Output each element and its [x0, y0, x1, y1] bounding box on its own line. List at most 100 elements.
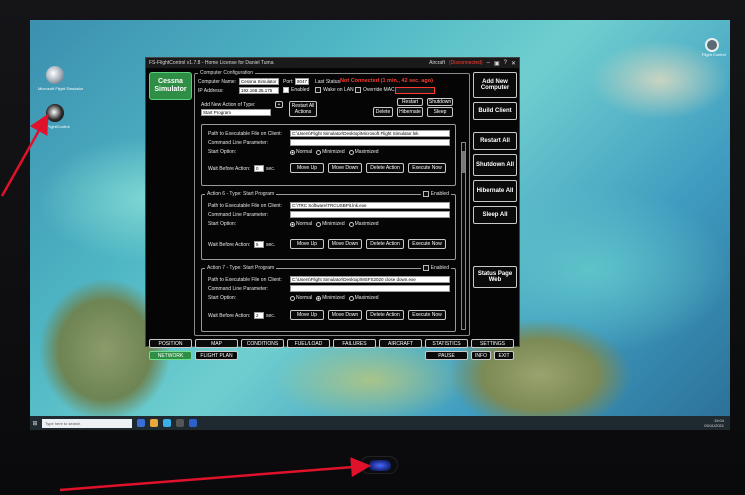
fs-flightcontrol-window: FS-FlightControl v1.7.8 - Home License f…: [145, 57, 520, 360]
tab-network[interactable]: NETWORK: [149, 351, 192, 360]
restart-button[interactable]: Restart: [397, 98, 423, 106]
scrollbar-thumb[interactable]: [462, 151, 465, 173]
move-up-button[interactable]: Move Up: [290, 310, 324, 320]
action-enabled[interactable]: Enabled: [420, 191, 451, 197]
action-enabled-checkbox[interactable]: [422, 265, 429, 271]
action-enabled-checkbox[interactable]: [422, 191, 429, 197]
hibernate-button[interactable]: Hibernate: [397, 107, 423, 117]
tab-failures[interactable]: FAILURES: [333, 339, 376, 348]
radio-normal[interactable]: Normal: [290, 295, 312, 301]
cessna-simulator-button[interactable]: Cessna Simulator: [149, 72, 192, 100]
execute-now-button[interactable]: Execute Now: [408, 239, 446, 249]
radio-dot: [290, 295, 295, 301]
hibernate-all-button[interactable]: Hibernate All: [473, 180, 517, 202]
desktop-icon-flight-simulator[interactable]: Microsoft Flight Simulator: [38, 66, 83, 91]
desktop-icon-fs-flightcontrol[interactable]: FS-FlightControl: [38, 104, 72, 129]
command-line-input[interactable]: [290, 285, 450, 292]
delete-action-button[interactable]: Delete Action: [366, 310, 404, 320]
build-client-button[interactable]: Build Client: [473, 102, 517, 120]
wait-seconds-input[interactable]: 5: [254, 241, 264, 248]
executable-path-input[interactable]: C:\Users\Flight Simulator\Desktop\MSFS20…: [290, 276, 450, 283]
radio-minimized[interactable]: Minimized: [316, 295, 345, 301]
move-up-button[interactable]: Move Up: [290, 239, 324, 249]
port-label: Port:: [283, 79, 294, 85]
sleep-button[interactable]: Sleep: [427, 107, 453, 117]
tab-map[interactable]: MAP: [195, 339, 238, 348]
action-enabled[interactable]: Enabled: [420, 265, 451, 271]
pause-button[interactable]: PAUSE: [425, 351, 468, 360]
execute-now-button[interactable]: Execute Now: [408, 163, 446, 173]
system-tray[interactable]: 19:04 09/11/2021: [704, 418, 724, 428]
last-status-label: Last Status:: [315, 79, 342, 85]
move-up-button[interactable]: Move Up: [290, 163, 324, 173]
maximize-icon[interactable]: ▣: [494, 60, 500, 67]
store-icon[interactable]: [189, 419, 197, 427]
window-title: FS-FlightControl v1.7.8 - Home License f…: [149, 60, 274, 66]
delete-action-button[interactable]: Delete Action: [366, 163, 404, 173]
mac-address-input[interactable]: [395, 87, 435, 94]
shutdown-button[interactable]: Shutdown: [427, 98, 453, 106]
tab-statistics[interactable]: STATISTICS: [425, 339, 468, 348]
minimize-icon[interactable]: –: [487, 60, 490, 66]
radio-minimized[interactable]: Minimized: [316, 221, 345, 227]
tab-flight-plan[interactable]: FLIGHT PLAN: [195, 351, 238, 360]
help-icon[interactable]: ?: [504, 60, 507, 66]
radio-minimized[interactable]: Minimized: [316, 149, 345, 155]
override-mac-checkbox[interactable]: [355, 87, 361, 93]
app-icon[interactable]: [176, 419, 184, 427]
task-view-icon[interactable]: [137, 419, 145, 427]
delete-computer-button[interactable]: Delete: [373, 107, 393, 117]
clock-date: 09/11/2021: [704, 423, 724, 428]
shutdown-all-button[interactable]: Shutdown All: [473, 154, 517, 176]
sleep-all-button[interactable]: Sleep All: [473, 206, 517, 224]
port-input[interactable]: 8047: [295, 78, 309, 85]
radio-dot: [316, 295, 322, 301]
execute-now-button[interactable]: Execute Now: [408, 310, 446, 320]
computer-name-input[interactable]: Cessna Simulator: [239, 78, 279, 85]
start-menu-icon[interactable]: ⊞: [30, 420, 40, 427]
override-mac-group[interactable]: Override MAC: [355, 87, 395, 93]
action-type-select[interactable]: Start Program: [201, 109, 271, 116]
wake-on-lan-checkbox[interactable]: [315, 87, 321, 93]
tab-position[interactable]: POSITION: [149, 339, 192, 348]
command-line-input[interactable]: [290, 211, 450, 218]
executable-path-input[interactable]: C:\TRC Software\TRCUSBPit.lnk.exe: [290, 202, 450, 209]
delete-action-button[interactable]: Delete Action: [366, 239, 404, 249]
ip-address-input[interactable]: 192.168.35.175: [239, 87, 279, 94]
restart-all-button[interactable]: Restart All: [473, 132, 517, 150]
tab-aircraft[interactable]: AIRCRAFT: [379, 339, 422, 348]
tab-fuel-load[interactable]: FUEL/LOAD: [287, 339, 330, 348]
last-status-value: Not Connected (1 min., 42 sec. ago): [340, 78, 433, 84]
wait-seconds-input[interactable]: 2: [254, 312, 264, 319]
exit-button[interactable]: EXIT: [494, 351, 514, 360]
actions-scrollbar[interactable]: [461, 142, 466, 330]
move-down-button[interactable]: Move Down: [328, 163, 362, 173]
info-button[interactable]: INFO: [471, 351, 491, 360]
radio-normal[interactable]: Normal: [290, 221, 312, 227]
radio-maximized[interactable]: Maximized: [348, 295, 379, 301]
restart-all-actions-button[interactable]: Restart All Actions: [289, 101, 317, 117]
close-icon[interactable]: ✕: [511, 60, 516, 67]
radio-normal[interactable]: Normal: [290, 149, 312, 155]
tab-settings[interactable]: SETTINGS: [471, 339, 514, 348]
move-down-button[interactable]: Move Down: [328, 239, 362, 249]
tab-conditions[interactable]: CONDITIONS: [241, 339, 284, 348]
add-new-computer-button[interactable]: Add New Computer: [473, 72, 517, 98]
edge-icon[interactable]: [163, 419, 171, 427]
enabled-checkbox-group[interactable]: Enabled: [283, 87, 309, 93]
radio-maximized[interactable]: Maximized: [348, 149, 379, 155]
add-action-button[interactable]: +: [275, 101, 283, 108]
desktop-icon-corner[interactable]: Flight Control: [702, 38, 726, 57]
move-down-button[interactable]: Move Down: [328, 310, 362, 320]
taskbar-search[interactable]: Type here to search: [42, 418, 132, 428]
executable-path-input[interactable]: C:\Users\Flight Simulator\Desktop\Micros…: [290, 130, 450, 137]
aircraft-status: (Disconnected): [448, 60, 483, 66]
command-line-input[interactable]: [290, 139, 450, 146]
wait-seconds-input[interactable]: 0: [254, 165, 264, 172]
status-page-web-button[interactable]: Status Page Web: [473, 266, 517, 288]
enabled-checkbox[interactable]: [283, 87, 289, 93]
radio-maximized[interactable]: Maximized: [348, 221, 379, 227]
wake-on-lan-group[interactable]: Wake on LAN: [315, 87, 354, 93]
file-explorer-icon[interactable]: [150, 419, 158, 427]
